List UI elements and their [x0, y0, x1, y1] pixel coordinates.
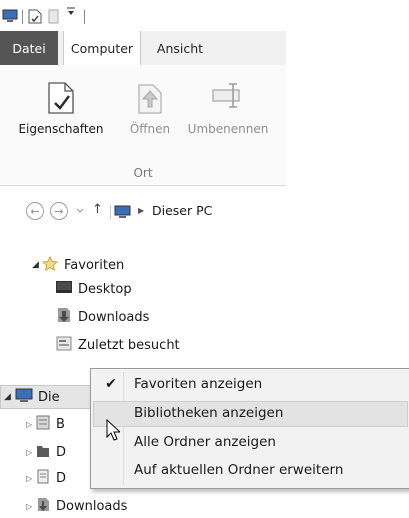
- desktop-folder-icon: [36, 443, 50, 462]
- tree-item-sub-1[interactable]: ▷ B: [26, 412, 65, 436]
- tree-item-favorites[interactable]: ◢ Favoriten: [32, 253, 124, 277]
- properties-icon: [46, 81, 76, 119]
- folder-icon[interactable]: [48, 9, 60, 28]
- toolbar-separator: [84, 10, 85, 24]
- expand-arrow-icon[interactable]: ▷: [26, 502, 36, 511]
- library-icon: [36, 415, 50, 434]
- downloads-icon: [56, 307, 72, 327]
- forward-arrow-icon[interactable]: →: [50, 202, 68, 220]
- tab-computer[interactable]: Computer: [63, 31, 141, 66]
- tab-view[interactable]: Ansicht: [142, 31, 218, 65]
- tree-label: Downloads: [56, 498, 128, 514]
- open-icon: [136, 81, 164, 119]
- tree-label: D: [56, 470, 67, 486]
- expand-arrow-icon[interactable]: ▷: [26, 448, 36, 457]
- properties-icon[interactable]: [28, 9, 42, 28]
- desktop-icon: [56, 281, 72, 297]
- toolbar-separator: [22, 10, 23, 24]
- menu-item-expand-to-folder[interactable]: Auf aktuellen Ordner erweitern: [93, 458, 408, 484]
- up-arrow-icon[interactable]: ↑: [92, 202, 103, 217]
- menu-item-label: Favoriten anzeigen: [134, 376, 263, 392]
- open-button[interactable]: Öffnen: [122, 65, 178, 143]
- checkmark-icon: ✔: [105, 376, 117, 392]
- menu-item-label: Bibliotheken anzeigen: [134, 405, 284, 421]
- rename-button[interactable]: Umbenennen: [178, 65, 278, 143]
- recent-places-icon: [56, 336, 72, 355]
- rename-label: Umbenennen: [187, 122, 269, 136]
- menu-item-label: Alle Ordner anzeigen: [134, 434, 276, 450]
- chevron-down-icon[interactable]: [76, 206, 84, 217]
- expand-arrow-icon[interactable]: ◢: [32, 260, 42, 270]
- menu-item-show-all-folders[interactable]: Alle Ordner anzeigen: [93, 430, 408, 456]
- document-icon: [36, 469, 50, 488]
- tree-item-desktop[interactable]: Desktop: [56, 277, 132, 301]
- menu-item-show-favorites[interactable]: ✔ Favoriten anzeigen: [93, 372, 408, 398]
- tree-item-recent[interactable]: Zuletzt besucht: [56, 333, 180, 357]
- back-arrow-icon[interactable]: ←: [26, 202, 44, 220]
- tree-label: D: [56, 444, 67, 460]
- tree-label: Downloads: [78, 309, 150, 325]
- computer-icon: [114, 205, 132, 223]
- tree-item-sub-2[interactable]: ▷ D: [26, 440, 66, 464]
- properties-button[interactable]: Eigenschaften: [0, 65, 122, 143]
- expand-arrow-icon[interactable]: ▷: [26, 474, 36, 483]
- open-label: Öffnen: [129, 122, 171, 136]
- menu-item-show-libraries[interactable]: Bibliotheken anzeigen: [93, 401, 408, 427]
- rename-icon: [211, 81, 245, 115]
- breadcrumb-path[interactable]: Dieser PC: [152, 203, 212, 218]
- quick-access-dropdown-icon[interactable]: [66, 5, 76, 22]
- address-bar: ← → ↑ ▶ Dieser PC: [0, 193, 286, 231]
- mouse-cursor-icon: [106, 418, 122, 445]
- address-divider: [110, 205, 111, 219]
- tree-item-downloads[interactable]: Downloads: [56, 305, 149, 329]
- breadcrumb-chevron-icon[interactable]: ▶: [138, 206, 144, 215]
- tab-file[interactable]: Datei: [0, 31, 58, 65]
- tree-label: Zuletzt besucht: [78, 337, 180, 353]
- tree-label: Favoriten: [64, 257, 125, 273]
- context-menu: ✔ Favoriten anzeigen Bibliotheken anzeig…: [90, 368, 409, 489]
- expand-arrow-icon[interactable]: ◢: [4, 392, 14, 402]
- ribbon-panel: Eigenschaften Öffnen Umbenennen Ort: [0, 65, 286, 186]
- star-icon: [41, 255, 59, 275]
- tree-item-this-pc[interactable]: ◢ Die: [4, 385, 60, 409]
- computer-icon[interactable]: [2, 9, 18, 27]
- expand-arrow-icon[interactable]: ▷: [26, 420, 36, 429]
- tree-label: Die: [38, 389, 60, 405]
- title-bar: [0, 0, 286, 31]
- tree-label: Desktop: [78, 281, 132, 297]
- tree-item-sub-3[interactable]: ▷ D: [26, 466, 66, 490]
- tree-item-downloads-2[interactable]: ▷ Downloads: [26, 494, 127, 518]
- properties-label: Eigenschaften: [18, 122, 104, 136]
- ribbon-group-label: Ort: [133, 166, 153, 180]
- ribbon-tabs: Datei Computer Ansicht: [0, 31, 286, 66]
- menu-item-label: Auf aktuellen Ordner erweitern: [134, 462, 344, 478]
- computer-icon: [14, 388, 34, 407]
- tree-label: B: [56, 416, 65, 432]
